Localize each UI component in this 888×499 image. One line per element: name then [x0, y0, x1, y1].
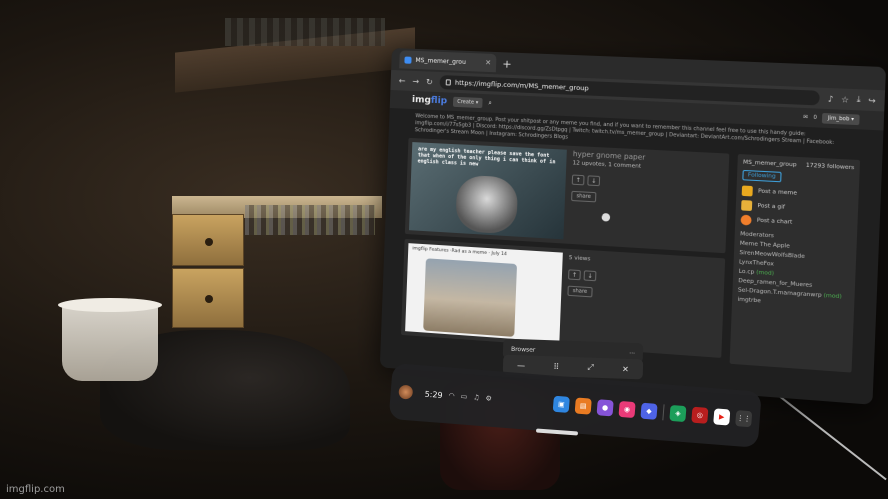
- mod-status: (mod): [756, 270, 774, 277]
- cursor-pointer: [602, 213, 611, 222]
- shelf-items: [225, 18, 385, 46]
- desk-drawer-upper: [172, 214, 244, 266]
- vote-controls: ↑ ↓: [572, 175, 724, 193]
- downvote-button[interactable]: ↓: [584, 270, 597, 281]
- notification-bell-icon[interactable]: ♫: [473, 393, 480, 401]
- move-handle-icon[interactable]: ⠿: [553, 362, 559, 371]
- content-columns: are my english teacher please save the f…: [381, 137, 882, 374]
- embedded-post-header: imgflip Features ·Rad as a meme · July 1…: [412, 246, 507, 257]
- user-menu[interactable]: Jim_bob ▾: [822, 113, 860, 125]
- logo-part-a: img: [412, 95, 431, 106]
- tab-title: MS_memer_grou: [415, 56, 466, 65]
- mod-status: (mod): [823, 293, 841, 300]
- post-image[interactable]: imgflip Features ·Rad as a meme · July 1…: [405, 243, 563, 342]
- new-tab-button[interactable]: +: [502, 57, 512, 71]
- post-image[interactable]: are my english teacher please save the f…: [409, 142, 567, 239]
- action-label: Post a chart: [757, 218, 793, 226]
- meme-face: [455, 175, 518, 235]
- following-button[interactable]: Following: [742, 170, 781, 182]
- embedded-photo: [423, 258, 517, 337]
- post-card[interactable]: are my english teacher please save the f…: [405, 138, 730, 253]
- share-button[interactable]: share: [571, 191, 596, 203]
- post-stats: 5 views: [569, 255, 721, 271]
- chart-icon: [741, 215, 752, 226]
- star-icon[interactable]: ☆: [841, 94, 849, 104]
- dock-divider: [662, 404, 664, 420]
- close-tab-icon[interactable]: ✕: [485, 59, 491, 67]
- forward-icon[interactable]: →: [412, 76, 419, 85]
- battery-icon[interactable]: ▭: [460, 392, 467, 400]
- gif-icon: [741, 200, 752, 211]
- white-bucket: [62, 303, 158, 381]
- game-icon[interactable]: ◎: [691, 407, 708, 424]
- favicon-icon: [404, 56, 411, 63]
- lock-icon: [446, 79, 451, 85]
- action-label: Post a gif: [757, 203, 785, 211]
- mod-name: LynxTheFox: [739, 259, 774, 267]
- share-icon[interactable]: ↪: [868, 95, 876, 105]
- upvote-button[interactable]: ↑: [572, 175, 585, 186]
- url-text: https://imgflip.com/m/MS_memer_group: [455, 79, 589, 93]
- upvote-button[interactable]: ↑: [568, 269, 581, 280]
- drawer-knob: [205, 238, 213, 246]
- action-label: Post a meme: [758, 188, 797, 196]
- more-options-icon[interactable]: ···: [629, 349, 635, 356]
- notification-count[interactable]: 0: [813, 115, 817, 121]
- youtube-icon[interactable]: ▶: [713, 408, 730, 425]
- post-meme-action[interactable]: Post a meme: [742, 185, 854, 201]
- meme-icon: [742, 185, 753, 196]
- mod-name: imgtrbe: [737, 297, 761, 305]
- people-icon[interactable]: ●: [597, 399, 614, 416]
- post-feed: are my english teacher please save the f…: [401, 138, 730, 363]
- camera-icon[interactable]: ◉: [618, 401, 635, 418]
- resize-icon[interactable]: ⤢: [587, 363, 594, 373]
- minimize-icon[interactable]: —: [517, 361, 525, 370]
- site-logo[interactable]: imgflip: [412, 95, 448, 107]
- browser-icon[interactable]: ◈: [669, 405, 686, 422]
- tab-active[interactable]: MS_memer_grou ✕: [399, 50, 496, 72]
- stream-sidebar: MS_memer_group 17293 followers Following…: [730, 154, 860, 373]
- drawer-knob: [205, 295, 213, 303]
- follower-count: 17293 followers: [806, 163, 855, 172]
- post-gif-action[interactable]: Post a gif: [741, 200, 853, 217]
- meme-caption: are my english teacher please save the f…: [417, 146, 560, 171]
- post-chart-action[interactable]: Post a chart: [741, 215, 853, 232]
- avatar[interactable]: [398, 385, 413, 400]
- wifi-icon[interactable]: ◠: [448, 391, 455, 399]
- moderator-list: Moderators Meme The Apple SirenMeowWolfs…: [737, 231, 851, 310]
- create-button[interactable]: Create ▾: [453, 97, 482, 108]
- library-icon[interactable]: ▤: [575, 397, 592, 414]
- clock: 5:29: [424, 389, 443, 399]
- sidebar-header: MS_memer_group 17293 followers: [743, 159, 854, 171]
- search-icon[interactable]: ⌕: [488, 99, 492, 107]
- logo-part-b: flip: [431, 96, 448, 107]
- refresh-icon[interactable]: ↻: [426, 77, 433, 86]
- mail-icon[interactable]: ✉: [803, 114, 808, 120]
- post-meta: 5 views ↑ ↓ share: [566, 253, 721, 353]
- app-dock: ▣ ▤ ● ◉ ◆ ◈ ◎ ▶ ⋮⋮: [553, 396, 753, 428]
- store-icon[interactable]: ▣: [553, 396, 570, 413]
- post-meta: hyper gnome paper 12 upvotes, 1 comment …: [570, 150, 725, 249]
- messenger-icon[interactable]: ◆: [640, 403, 657, 420]
- desk-drawer-lower: [172, 268, 244, 328]
- close-icon[interactable]: ✕: [622, 364, 629, 373]
- window-title: Browser: [511, 345, 536, 353]
- share-button[interactable]: share: [567, 286, 592, 298]
- back-icon[interactable]: ←: [399, 76, 406, 85]
- download-icon[interactable]: ⤓: [856, 94, 860, 105]
- settings-icon[interactable]: ⚙: [485, 394, 492, 402]
- mic-icon[interactable]: ♪: [828, 94, 834, 104]
- mod-name: Meme The Apple: [740, 241, 790, 250]
- nav-right: ✉ 0 Jim_bob ▾: [803, 112, 860, 125]
- downvote-button[interactable]: ↓: [587, 175, 600, 186]
- mod-name: SirenMeowWolfsBlade: [739, 250, 805, 260]
- watermark: imgflip.com: [6, 484, 65, 495]
- apps-grid-icon[interactable]: ⋮⋮: [735, 410, 752, 427]
- desk-items: [245, 205, 375, 235]
- bucket-rim: [58, 298, 162, 312]
- stream-name: MS_memer_group: [743, 159, 797, 168]
- mod-name: Lo.cp: [739, 269, 755, 276]
